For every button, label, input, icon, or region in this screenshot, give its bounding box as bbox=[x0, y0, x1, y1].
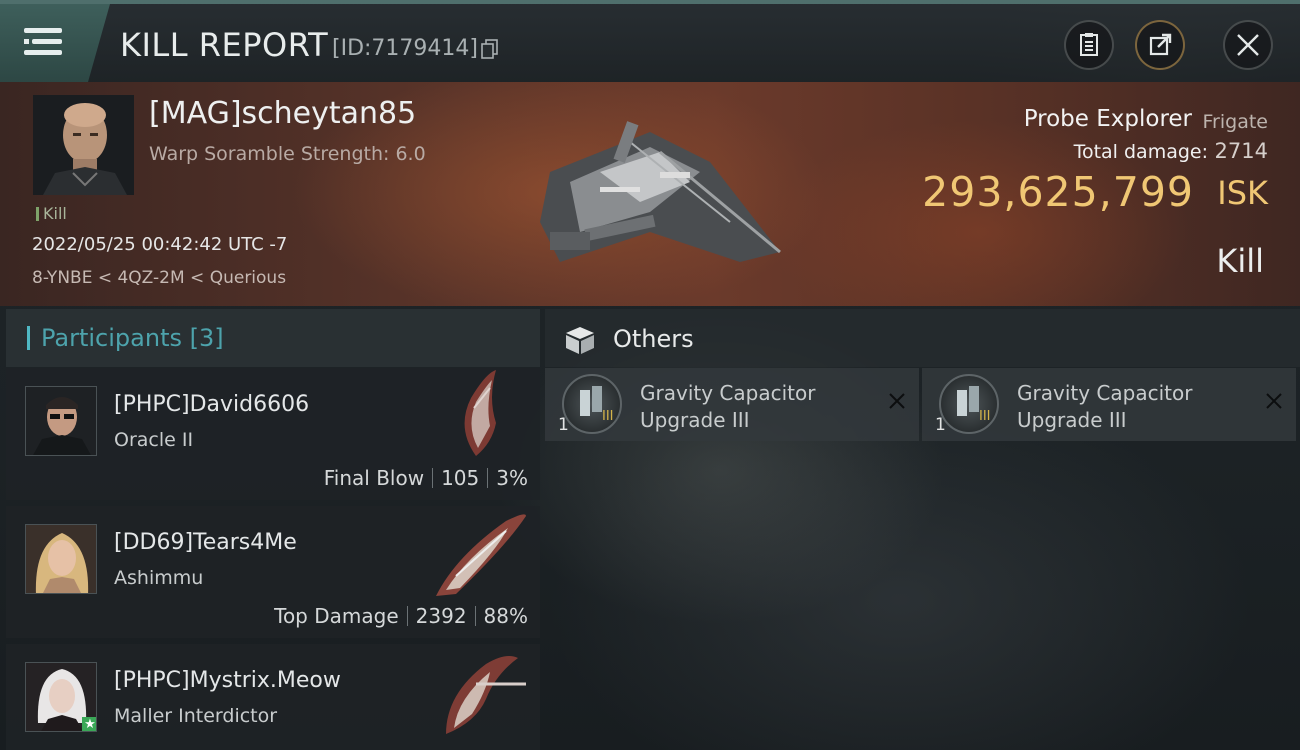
isk-value: 293,625,799 bbox=[922, 168, 1194, 216]
share-button[interactable] bbox=[1135, 20, 1185, 70]
item-quantity: 1 bbox=[558, 415, 569, 435]
victim-stat-line: Warp Soramble Strength: 6.0 bbox=[149, 143, 426, 165]
tier-badge: III bbox=[602, 409, 614, 424]
victim-ship-name: Probe Explorer bbox=[1023, 106, 1192, 132]
item-card[interactable]: III 1 Gravity Capacitor Upgrade III bbox=[545, 368, 919, 441]
module-icon: III bbox=[562, 374, 622, 434]
participant-name: [PHPC]David6606 bbox=[114, 392, 310, 417]
tier-badge: III bbox=[979, 409, 991, 424]
participant-avatar[interactable] bbox=[25, 524, 97, 594]
total-damage-value: 2714 bbox=[1214, 139, 1268, 163]
share-icon bbox=[1149, 33, 1172, 56]
kill-tag: Kill bbox=[36, 204, 67, 223]
kill-tag-label: Kill bbox=[43, 204, 67, 223]
top-bar: KILL REPORT [ID:7179414] bbox=[0, 0, 1300, 82]
participant-name: [PHPC]Mystrix.Meow bbox=[114, 668, 341, 693]
participant-stats: Final Blow 105 3% bbox=[324, 466, 528, 490]
participant-ship: Maller Interdictor bbox=[114, 705, 278, 727]
close-icon bbox=[1237, 34, 1259, 56]
participant-role: Top Damage bbox=[274, 604, 399, 628]
victim-avatar[interactable] bbox=[33, 95, 134, 195]
participant-avatar[interactable] bbox=[25, 386, 97, 456]
kill-location: 8-YNBE < 4QZ-2M < Querious bbox=[32, 268, 287, 288]
victim-ship-image[interactable] bbox=[530, 112, 790, 272]
close-icon[interactable] bbox=[1263, 390, 1285, 412]
item-name: Gravity Capacitor Upgrade III bbox=[1017, 380, 1192, 434]
copy-icon[interactable] bbox=[481, 39, 499, 59]
box-icon bbox=[566, 327, 594, 354]
participant-row[interactable]: [DD69]Tears4Me Ashimmu Top Damage 2392 88% bbox=[6, 506, 540, 638]
participant-ship: Ashimmu bbox=[114, 567, 204, 589]
participant-ship: Oracle II bbox=[114, 429, 194, 451]
menu-icon[interactable] bbox=[24, 26, 64, 58]
module-icon: III bbox=[939, 374, 999, 434]
victim-panel: [MAG]scheytan85 Warp Soramble Strength: … bbox=[0, 82, 1300, 306]
participant-percent: 88% bbox=[483, 604, 528, 628]
participant-stats: Top Damage 2392 88% bbox=[274, 604, 528, 628]
item-name-line2: Upgrade III bbox=[640, 408, 750, 432]
others-panel: Others III 1 Gravity Capacitor Upgrade I… bbox=[545, 309, 1300, 750]
participant-role: Final Blow bbox=[323, 466, 425, 490]
participant-ship-image[interactable] bbox=[426, 368, 536, 463]
participants-panel: Participants [3] [PHPC]David6606 Oracle … bbox=[6, 309, 540, 750]
clipboard-icon bbox=[1080, 33, 1098, 56]
item-card[interactable]: III 1 Gravity Capacitor Upgrade III bbox=[922, 368, 1296, 441]
report-button[interactable] bbox=[1064, 20, 1114, 70]
result-label: Kill bbox=[1216, 242, 1264, 280]
page-title: KILL REPORT bbox=[120, 26, 329, 64]
participant-row[interactable]: ★ [PHPC]Mystrix.Meow Maller Interdictor bbox=[6, 644, 540, 750]
item-name: Gravity Capacitor Upgrade III bbox=[640, 380, 815, 434]
others-title: Others bbox=[613, 325, 694, 353]
participant-avatar[interactable]: ★ bbox=[25, 662, 97, 732]
item-name-line1: Gravity Capacitor bbox=[1017, 381, 1193, 405]
victim-name: [MAG]scheytan85 bbox=[149, 96, 417, 131]
kill-datetime: 2022/05/25 00:42:42 UTC -7 bbox=[32, 234, 288, 255]
victim-ship-class: Frigate bbox=[1202, 111, 1268, 133]
star-badge-icon: ★ bbox=[82, 717, 96, 731]
participant-percent: 3% bbox=[496, 466, 528, 490]
participant-row[interactable]: [PHPC]David6606 Oracle II Final Blow 105 3… bbox=[6, 368, 540, 500]
participant-ship-image[interactable] bbox=[426, 644, 536, 739]
close-icon[interactable] bbox=[886, 390, 908, 412]
header-accent-bar bbox=[27, 326, 30, 350]
report-id: [ID:7179414] bbox=[332, 36, 478, 61]
isk-unit: ISK bbox=[1217, 174, 1268, 212]
close-button[interactable] bbox=[1223, 20, 1273, 70]
total-damage-label: Total damage: bbox=[1073, 141, 1208, 163]
participants-header: Participants [3] bbox=[6, 309, 540, 367]
participant-name: [DD69]Tears4Me bbox=[114, 530, 297, 555]
participant-damage: 105 bbox=[441, 466, 480, 490]
item-quantity: 1 bbox=[935, 415, 946, 435]
participants-title: Participants [3] bbox=[41, 324, 224, 352]
participant-damage: 2392 bbox=[415, 604, 467, 628]
item-name-line2: Upgrade III bbox=[1017, 408, 1127, 432]
participant-ship-image[interactable] bbox=[426, 506, 536, 601]
item-name-line1: Gravity Capacitor bbox=[640, 381, 816, 405]
others-header: Others bbox=[545, 309, 1300, 367]
